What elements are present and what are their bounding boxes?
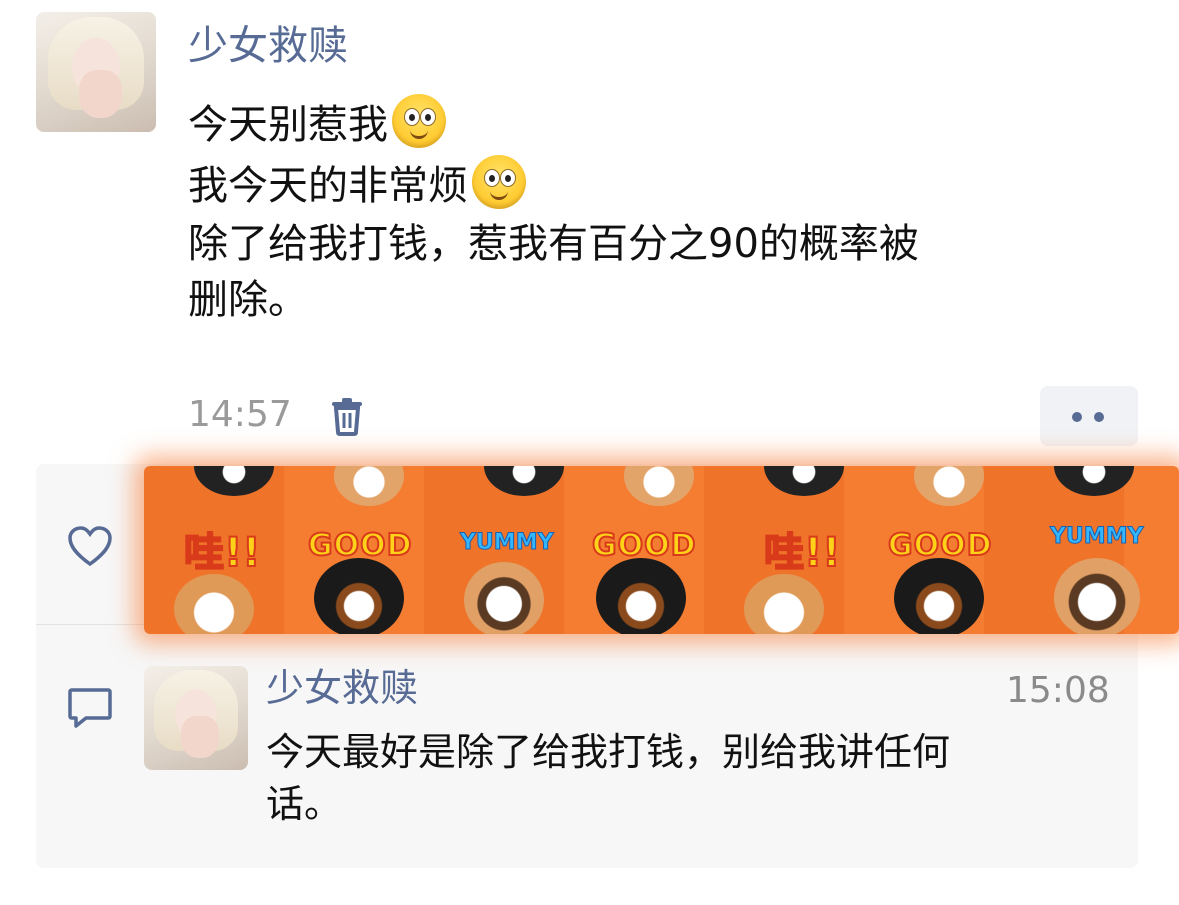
heart-outline-icon[interactable]: [66, 524, 114, 568]
comment-time: 15:08: [1006, 670, 1110, 711]
sticker-dog-face: [484, 466, 564, 496]
sticker-dog-face: [314, 558, 404, 634]
sticker-word: YUMMY: [460, 530, 555, 556]
comment-line-2: 话。: [266, 782, 343, 826]
smile-emoji-icon: [472, 155, 526, 209]
sticker-dog-face: [194, 466, 274, 496]
post-line-4: 删除。: [188, 277, 308, 323]
comment-line-1: 今天最好是除了给我打钱，别给我讲任何: [266, 730, 951, 774]
comment-bubble-icon[interactable]: [66, 686, 114, 730]
sticker-dog-face: [464, 562, 544, 634]
sticker-word: 哇!!: [763, 529, 841, 577]
sticker-word: 哇!!: [183, 529, 261, 577]
sticker-dog-face: [334, 466, 404, 506]
author-avatar[interactable]: [36, 12, 156, 132]
smile-emoji-icon: [392, 94, 446, 148]
post-text: 今天别惹我 我今天的非常烦 除了给我打钱，惹我有百分之90的概率被 删除。: [188, 94, 1168, 328]
more-actions-button[interactable]: [1040, 386, 1138, 446]
sticker-dog-face: [894, 558, 984, 634]
comment-text: 今天最好是除了给我打钱，别给我讲任何 话。: [266, 726, 1126, 830]
sticker-dog-face: [764, 466, 844, 496]
comment-avatar[interactable]: [144, 666, 248, 770]
author-name[interactable]: 少女救赎: [188, 22, 348, 70]
sticker-dog-face: [1054, 466, 1134, 496]
sticker-dog-face: [596, 558, 686, 634]
sticker-dog-face: [914, 466, 984, 506]
sticker-dog-face: [1054, 558, 1140, 634]
trash-icon[interactable]: [330, 396, 364, 436]
sticker-dog-face: [624, 466, 694, 506]
likes-sticker-banner[interactable]: 哇!! GOOD YUMMY GOOD 哇!! GOOD YUMMY: [144, 466, 1179, 634]
post-line-3: 除了给我打钱，惹我有百分之90的概率被: [188, 221, 919, 267]
sticker-dog-face: [744, 574, 824, 634]
more-dots-icon-2: [1094, 412, 1104, 422]
comment-author-name[interactable]: 少女救赎: [266, 664, 418, 712]
sticker-dog-face: [174, 574, 254, 634]
sticker-word: YUMMY: [1050, 524, 1145, 550]
post-line-1: 今天别惹我: [188, 102, 388, 148]
post-line-2: 我今天的非常烦: [188, 163, 468, 209]
post-time: 14:57: [188, 394, 292, 435]
more-dots-icon: [1072, 412, 1082, 422]
